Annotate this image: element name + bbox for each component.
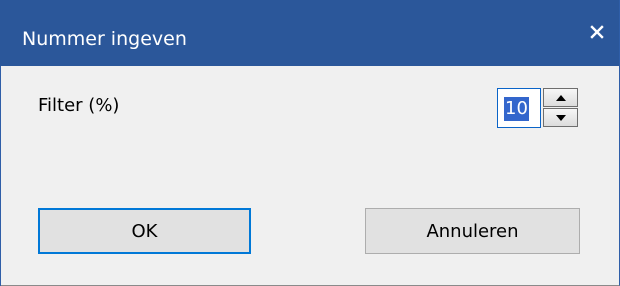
close-button[interactable] — [579, 14, 615, 50]
window-title: Nummer ingeven — [22, 28, 187, 50]
filter-value: 10 — [504, 97, 529, 121]
close-icon — [590, 25, 604, 39]
ok-button-label: OK — [131, 220, 158, 242]
dialog-body: Filter (%) 10 OK Annuleren — [1, 66, 619, 285]
arrow-up-icon — [555, 94, 566, 101]
filter-input[interactable]: 10 — [497, 88, 541, 128]
spin-down-button[interactable] — [543, 108, 578, 127]
filter-spinbox[interactable]: 10 — [497, 88, 582, 128]
ok-button[interactable]: OK — [38, 208, 251, 254]
number-input-dialog: Nummer ingeven Filter (%) 10 OK Annulere… — [0, 0, 620, 286]
cancel-button[interactable]: Annuleren — [365, 208, 580, 254]
cancel-button-label: Annuleren — [426, 220, 519, 242]
title-bar[interactable]: Nummer ingeven — [0, 0, 619, 66]
filter-label: Filter (%) — [38, 95, 120, 116]
spin-up-button[interactable] — [543, 88, 578, 107]
arrow-down-icon — [555, 114, 566, 121]
